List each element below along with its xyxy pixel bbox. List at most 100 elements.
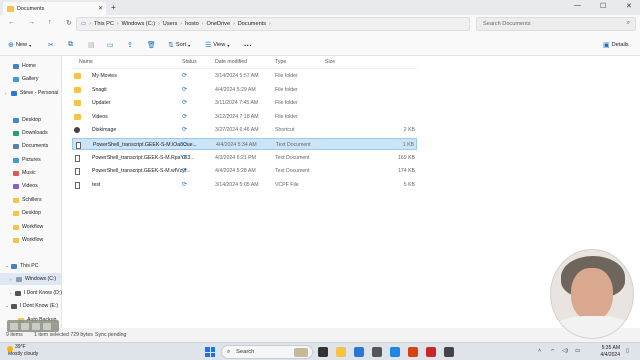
sort-button[interactable]: ⇅ Sort ▾ bbox=[168, 41, 190, 49]
wifi-icon[interactable]: ⌔ bbox=[550, 348, 555, 355]
column-header-type[interactable]: Type bbox=[275, 59, 286, 65]
task-view-icon[interactable] bbox=[318, 347, 328, 357]
file-name: Videos bbox=[92, 114, 108, 120]
copy-icon: ⧉ bbox=[68, 41, 73, 48]
forward-icon[interactable]: → bbox=[28, 19, 35, 26]
sidebar-item-music[interactable]: Music bbox=[0, 167, 62, 179]
table-row[interactable]: Snagit ⟳ 4/4/2024 5:29 AM File folder bbox=[72, 84, 417, 96]
sidebar-item-documents[interactable]: Documents bbox=[0, 140, 62, 152]
column-header-size[interactable]: Size bbox=[325, 59, 335, 65]
table-row[interactable]: Videos ⟳ 3/12/2024 7:18 AM File folder bbox=[72, 111, 417, 123]
new-button[interactable]: ⊕ New ▾ bbox=[8, 41, 31, 49]
breadcrumb[interactable]: ▭ › This PC › Windows (C:) › Users › hos… bbox=[76, 17, 470, 31]
delete-button[interactable]: 🗑 bbox=[147, 41, 156, 49]
sidebar-item-windows-c[interactable]: › Windows (C:) bbox=[0, 273, 62, 285]
view-button[interactable]: ☰ View ▾ bbox=[205, 41, 229, 49]
sidebar-item-gallery[interactable]: Gallery bbox=[0, 73, 62, 85]
chevron-down-icon[interactable]: ⌄ bbox=[5, 303, 9, 309]
terminal-icon[interactable] bbox=[444, 347, 454, 357]
file-size: 169 KB bbox=[397, 155, 415, 161]
chevron-up-icon[interactable]: ˄ bbox=[538, 348, 541, 354]
cut-icon: ✂ bbox=[48, 42, 54, 49]
chevron-right-icon[interactable]: › bbox=[10, 277, 14, 282]
breadcrumb-this-pc[interactable]: This PC bbox=[94, 21, 114, 27]
file-date: 4/3/2024 6:21 PM bbox=[215, 155, 256, 161]
copy-button[interactable]: ⧉ bbox=[68, 41, 73, 49]
breadcrumb-documents[interactable]: Documents bbox=[238, 21, 266, 27]
toolbar-button-icon[interactable] bbox=[43, 322, 51, 330]
sidebar-item-desktop-2[interactable]: Desktop bbox=[0, 207, 62, 219]
column-header-date[interactable]: Date modified bbox=[215, 59, 247, 65]
toolbar-button-icon[interactable] bbox=[10, 322, 18, 330]
chevron-right-icon[interactable]: › bbox=[10, 291, 13, 296]
tab-documents[interactable]: Documents ✕ bbox=[3, 2, 106, 15]
chevron-right-icon[interactable]: › bbox=[5, 91, 9, 96]
table-row[interactable]: PowerShell_transcript.GEEK-S-M.RpaYE3...… bbox=[72, 152, 417, 164]
folder-icon bbox=[74, 114, 81, 120]
back-icon[interactable]: ← bbox=[8, 19, 15, 26]
toolbar-button-icon[interactable] bbox=[32, 322, 40, 330]
minimize-button[interactable]: — bbox=[574, 2, 581, 9]
title-bar: Documents ✕ + — ☐ ✕ bbox=[0, 0, 640, 15]
battery-icon[interactable]: ▭ bbox=[575, 348, 580, 354]
pictures-icon bbox=[13, 157, 19, 163]
store-icon[interactable] bbox=[372, 347, 382, 357]
new-tab-button[interactable]: + bbox=[111, 3, 116, 12]
sidebar-item-desktop[interactable]: Desktop bbox=[0, 114, 62, 126]
up-icon[interactable]: ↑ bbox=[48, 19, 52, 26]
edge-icon[interactable] bbox=[354, 347, 364, 357]
table-row[interactable]: Updater ⟳ 3/11/2024 7:45 AM File folder bbox=[72, 97, 417, 109]
column-header-status[interactable]: Status bbox=[182, 59, 197, 65]
app-icon[interactable] bbox=[390, 347, 400, 357]
sidebar-item-onedrive-personal[interactable]: › Steve - Personal bbox=[0, 87, 62, 99]
weather-widget[interactable]: 39°F Mostly cloudy bbox=[7, 344, 38, 357]
refresh-icon[interactable]: ↻ bbox=[66, 19, 72, 27]
breadcrumb-windows-c[interactable]: Windows (C:) bbox=[122, 21, 156, 27]
sidebar-item-home[interactable]: Home bbox=[0, 60, 62, 72]
table-row[interactable]: My Movies ⟳ 3/14/2024 5:57 AM File folde… bbox=[72, 70, 417, 82]
breadcrumb-onedrive[interactable]: OneDrive bbox=[206, 21, 230, 27]
snagit-icon[interactable] bbox=[408, 347, 418, 357]
webcam-overlay bbox=[550, 249, 634, 339]
windows-start-icon[interactable] bbox=[205, 347, 215, 357]
search-input[interactable]: Search Documents ⌕ bbox=[476, 17, 636, 31]
notification-icon[interactable]: ▯ bbox=[626, 348, 629, 354]
sidebar-item-label: Downloads bbox=[22, 130, 48, 136]
close-button[interactable]: ✕ bbox=[626, 2, 632, 10]
sidebar-item-drive-e[interactable]: ⌄ I Dont Know (E:) bbox=[0, 300, 62, 312]
sidebar-item-pictures[interactable]: Pictures bbox=[0, 154, 62, 166]
sidebar-item-downloads[interactable]: Downloads bbox=[0, 127, 62, 139]
close-tab-icon[interactable]: ✕ bbox=[98, 5, 103, 12]
column-header-name[interactable]: Name bbox=[79, 59, 93, 65]
floating-toolbar[interactable] bbox=[7, 320, 59, 332]
paste-button[interactable]: ▤ bbox=[88, 41, 95, 49]
cut-button[interactable]: ✂ bbox=[48, 41, 54, 49]
breadcrumb-hosto[interactable]: hosto bbox=[185, 21, 199, 27]
more-options-button[interactable]: ··· bbox=[244, 41, 252, 50]
sidebar-item-schillers[interactable]: Schillers bbox=[0, 194, 62, 206]
clock[interactable]: 5:35 AM 4/4/2024 bbox=[586, 345, 620, 358]
sidebar-item-workflow[interactable]: Workflow bbox=[0, 221, 62, 233]
sidebar-item-this-pc[interactable]: ⌄ This PC bbox=[0, 260, 62, 272]
maximize-button[interactable]: ☐ bbox=[600, 2, 606, 10]
folder-icon bbox=[74, 73, 81, 79]
table-row[interactable]: PowerShell_transcript.GEEK-S-M.wfVzyf...… bbox=[72, 165, 417, 177]
sidebar-item-workflow-2[interactable]: Workflow bbox=[0, 234, 62, 246]
chevron-down-icon[interactable]: ⌄ bbox=[5, 263, 9, 269]
table-row[interactable]: Diskimage ⟳ 3/27/2024 6:46 AM Shortcut 2… bbox=[72, 124, 417, 136]
file-explorer-icon[interactable] bbox=[336, 347, 346, 357]
toolbar-button-icon[interactable] bbox=[21, 322, 29, 330]
taskbar-search[interactable]: ⌕ Search bbox=[221, 345, 313, 359]
table-row[interactable]: test ⟳ 3/14/2024 5:05 AM VCPF File 5 KB bbox=[72, 179, 417, 191]
breadcrumb-users[interactable]: Users bbox=[163, 21, 178, 27]
share-button[interactable]: ⇪ bbox=[127, 41, 133, 49]
file-date: 4/4/2024 5:28 AM bbox=[215, 168, 256, 174]
details-button[interactable]: ▣ Details bbox=[603, 41, 629, 49]
rename-button[interactable]: ▭ bbox=[107, 41, 114, 49]
table-row-selected[interactable]: PowerShell_transcript.GEEK-S-M.lOa8Cue..… bbox=[72, 138, 417, 150]
sidebar-item-drive-d[interactable]: › I Dont Know (D:) bbox=[0, 287, 62, 299]
sidebar-item-videos[interactable]: Videos bbox=[0, 180, 62, 192]
app-icon[interactable] bbox=[426, 347, 436, 357]
volume-icon[interactable]: ◁) bbox=[562, 348, 568, 354]
file-name: Snagit bbox=[92, 87, 107, 93]
